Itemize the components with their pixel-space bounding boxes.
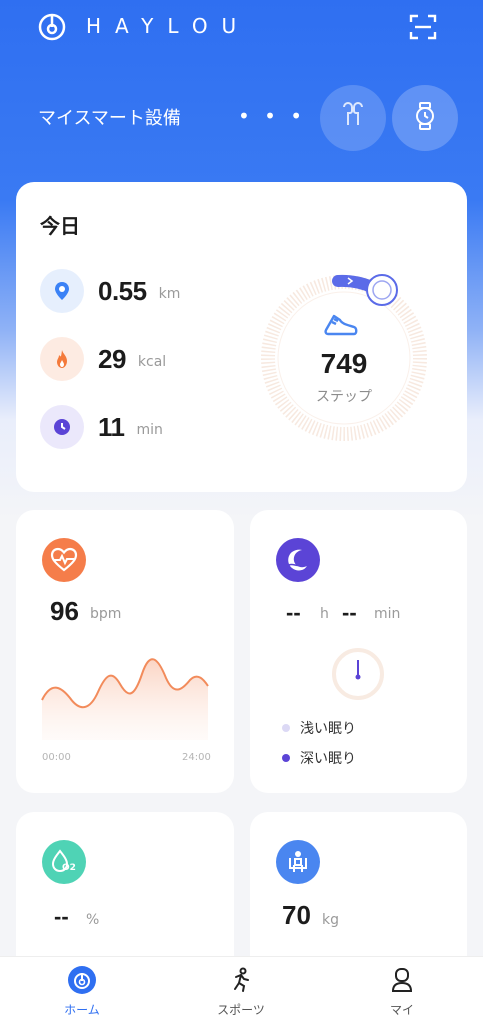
flame-icon — [40, 337, 84, 381]
profile-icon — [387, 965, 417, 995]
weight-value: 70 — [282, 900, 311, 930]
scan-icon[interactable] — [408, 12, 438, 42]
running-icon — [226, 965, 256, 995]
top-bar: HAYLOU — [0, 0, 483, 60]
heart-pulse-icon — [42, 538, 86, 582]
nav-my[interactable]: マイ — [342, 965, 462, 1018]
sleep-minutes-unit: min — [374, 606, 401, 622]
legend-light-sleep: 浅い眠り — [282, 718, 356, 738]
shoe-icon — [322, 310, 360, 344]
clock-icon — [40, 405, 84, 449]
sleep-hours-value: -- — [286, 600, 301, 625]
weight-unit: kg — [322, 912, 339, 928]
oxygen-unit: % — [86, 912, 100, 928]
steps-value: 749 — [320, 348, 368, 379]
nav-sports-label: スポーツ — [217, 1003, 265, 1017]
more-dots-button[interactable]: • • • — [238, 104, 306, 128]
duration-value: 11 — [98, 411, 125, 442]
home-icon — [67, 965, 97, 995]
oxygen-icon-text: O2 — [62, 863, 76, 873]
calories-stat: 29 kcal — [40, 336, 166, 382]
heart-rate-chart — [40, 640, 210, 740]
calories-value: 29 — [98, 343, 126, 374]
heart-rate-card[interactable]: 96 bpm 00:00 24:00 — [16, 510, 234, 793]
nav-sports[interactable]: スポーツ — [181, 965, 301, 1018]
heart-rate-axis-start: 00:00 — [42, 752, 71, 763]
oxygen-value: -- — [54, 904, 69, 929]
moon-sleep-icon — [276, 538, 320, 582]
distance-stat: 0.55 km — [40, 268, 180, 314]
duration-stat: 11 min — [40, 404, 163, 450]
duration-unit: min — [136, 422, 163, 438]
distance-value: 0.55 — [98, 275, 147, 306]
nav-home-label: ホーム — [64, 1003, 100, 1017]
my-devices-label[interactable]: マイスマート設備 — [38, 104, 181, 130]
legend-dot-deep — [282, 754, 290, 762]
watch-device-button[interactable] — [392, 85, 458, 151]
heart-rate-value: 96 — [50, 596, 79, 626]
today-title: 今日 — [40, 214, 80, 238]
heart-rate-unit: bpm — [90, 606, 122, 622]
watch-icon — [410, 101, 440, 135]
sleep-hours-unit: h — [320, 606, 329, 622]
sleep-clock-icon — [330, 646, 386, 706]
calories-unit: kcal — [137, 354, 167, 370]
sleep-card[interactable]: -- h -- min 浅い眠り 深い眠り — [250, 510, 467, 793]
haylou-logo-icon — [36, 10, 68, 42]
sleep-minutes-value: -- — [342, 600, 357, 625]
weight-scale-icon — [276, 840, 320, 884]
oxygen-drop-icon: O2 — [42, 840, 86, 884]
legend-deep-sleep: 深い眠り — [282, 748, 356, 768]
legend-label-light: 浅い眠り — [300, 721, 356, 737]
steps-label: ステップ — [316, 389, 372, 405]
location-pin-icon — [40, 269, 84, 313]
bottom-nav: ホーム スポーツ マイ — [0, 956, 483, 1024]
earbuds-device-button[interactable] — [320, 85, 386, 151]
brand-name: HAYLOU — [86, 14, 251, 38]
nav-home[interactable]: ホーム — [22, 965, 142, 1018]
legend-label-deep: 深い眠り — [300, 751, 356, 767]
distance-unit: km — [158, 286, 181, 302]
legend-dot-light — [282, 724, 290, 732]
today-card[interactable]: 今日 0.55 km 29 kcal 11 min 749 ステップ — [16, 182, 467, 492]
heart-rate-axis-end: 24:00 — [182, 752, 211, 763]
nav-my-label: マイ — [389, 1003, 414, 1017]
earbuds-icon — [338, 101, 368, 135]
